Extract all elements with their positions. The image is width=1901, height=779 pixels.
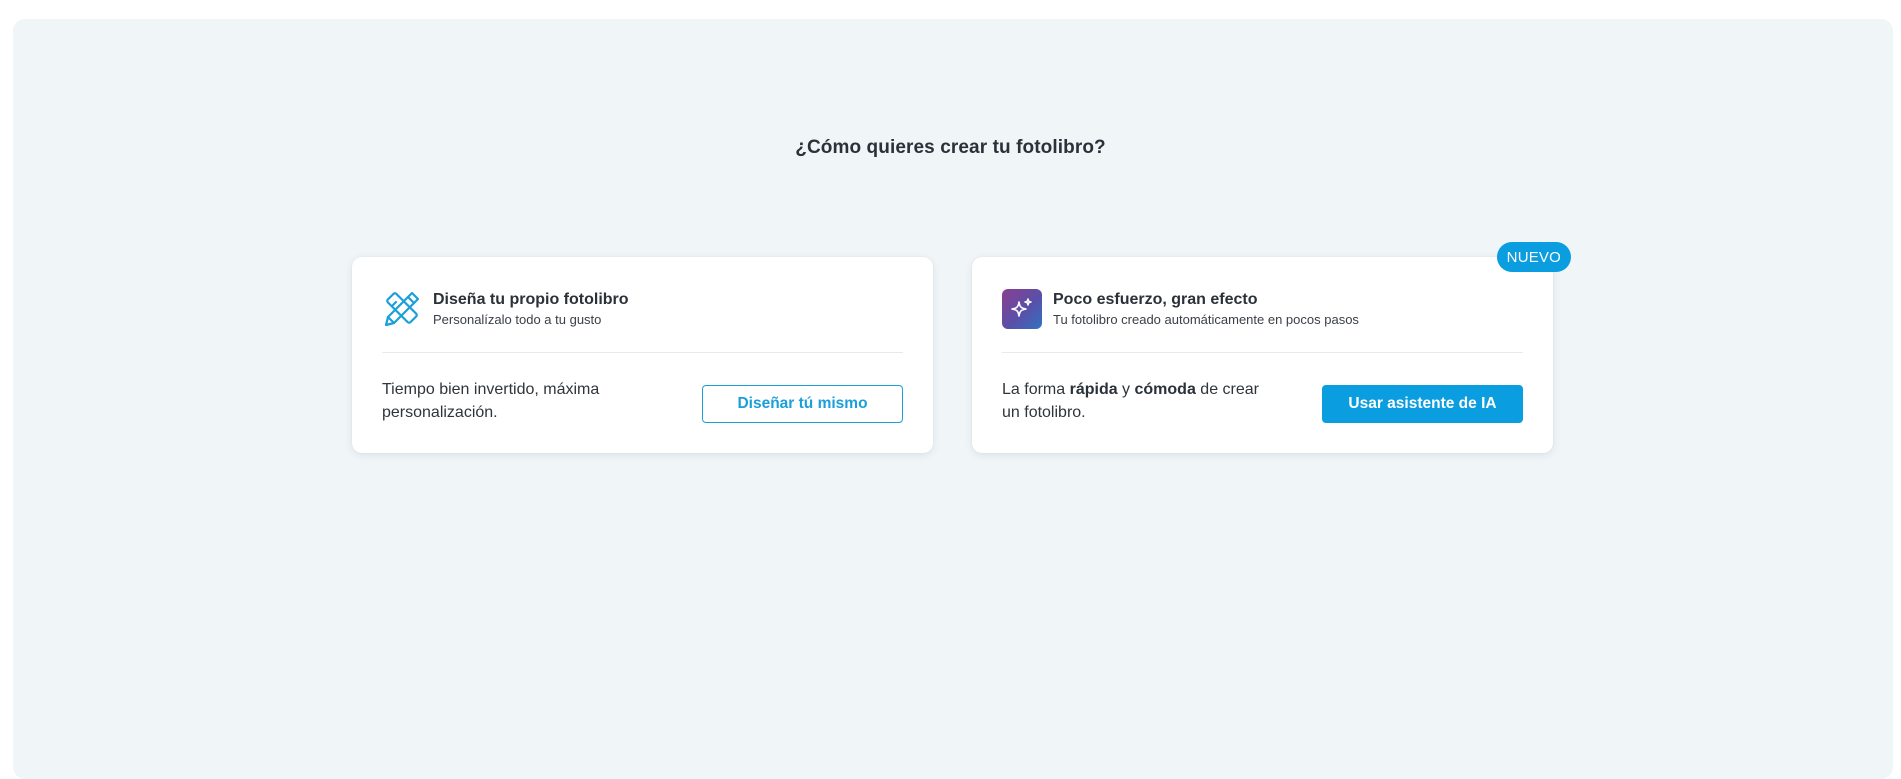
card-description: Tiempo bien invertido, máxima personaliz… bbox=[382, 381, 600, 421]
ai-assistant-card: NUEVO Poco esfuerzo, gran efecto Tu foto… bbox=[972, 242, 1571, 453]
description-text: La forma bbox=[1002, 381, 1070, 398]
design-own-card: Diseña tu propio fotolibro Personalízalo… bbox=[352, 257, 933, 453]
design-yourself-button[interactable]: Diseñar tú mismo bbox=[702, 385, 903, 423]
content-panel bbox=[13, 19, 1893, 779]
card-header: Diseña tu propio fotolibro Personalízalo… bbox=[382, 287, 903, 331]
pencil-ruler-icon bbox=[382, 289, 422, 329]
card-description: La forma rápida y cómoda de crear un fot… bbox=[1002, 378, 1272, 424]
card-header: Poco esfuerzo, gran efecto Tu fotolibro … bbox=[1002, 287, 1523, 331]
divider bbox=[382, 352, 903, 353]
sparkles-icon bbox=[1002, 289, 1042, 329]
card-subtitle: Personalízalo todo a tu gusto bbox=[433, 311, 602, 327]
new-badge: NUEVO bbox=[1496, 242, 1571, 272]
description-emphasis: cómoda bbox=[1134, 381, 1196, 398]
description-text: y bbox=[1117, 381, 1135, 398]
divider bbox=[1002, 352, 1523, 353]
description-emphasis: rápida bbox=[1069, 381, 1118, 398]
use-ai-assistant-button[interactable]: Usar asistente de IA bbox=[1322, 385, 1523, 423]
card-title: Diseña tu propio fotolibro bbox=[433, 290, 629, 308]
card-header-text: Poco esfuerzo, gran efecto Tu fotolibro … bbox=[1053, 290, 1359, 329]
card-title: Poco esfuerzo, gran efecto bbox=[1053, 290, 1258, 308]
card-subtitle: Tu fotolibro creado automáticamente en p… bbox=[1053, 311, 1359, 327]
page-title: ¿Cómo quieres crear tu fotolibro? bbox=[795, 137, 1106, 158]
card-header-text: Diseña tu propio fotolibro Personalízalo… bbox=[433, 290, 629, 329]
